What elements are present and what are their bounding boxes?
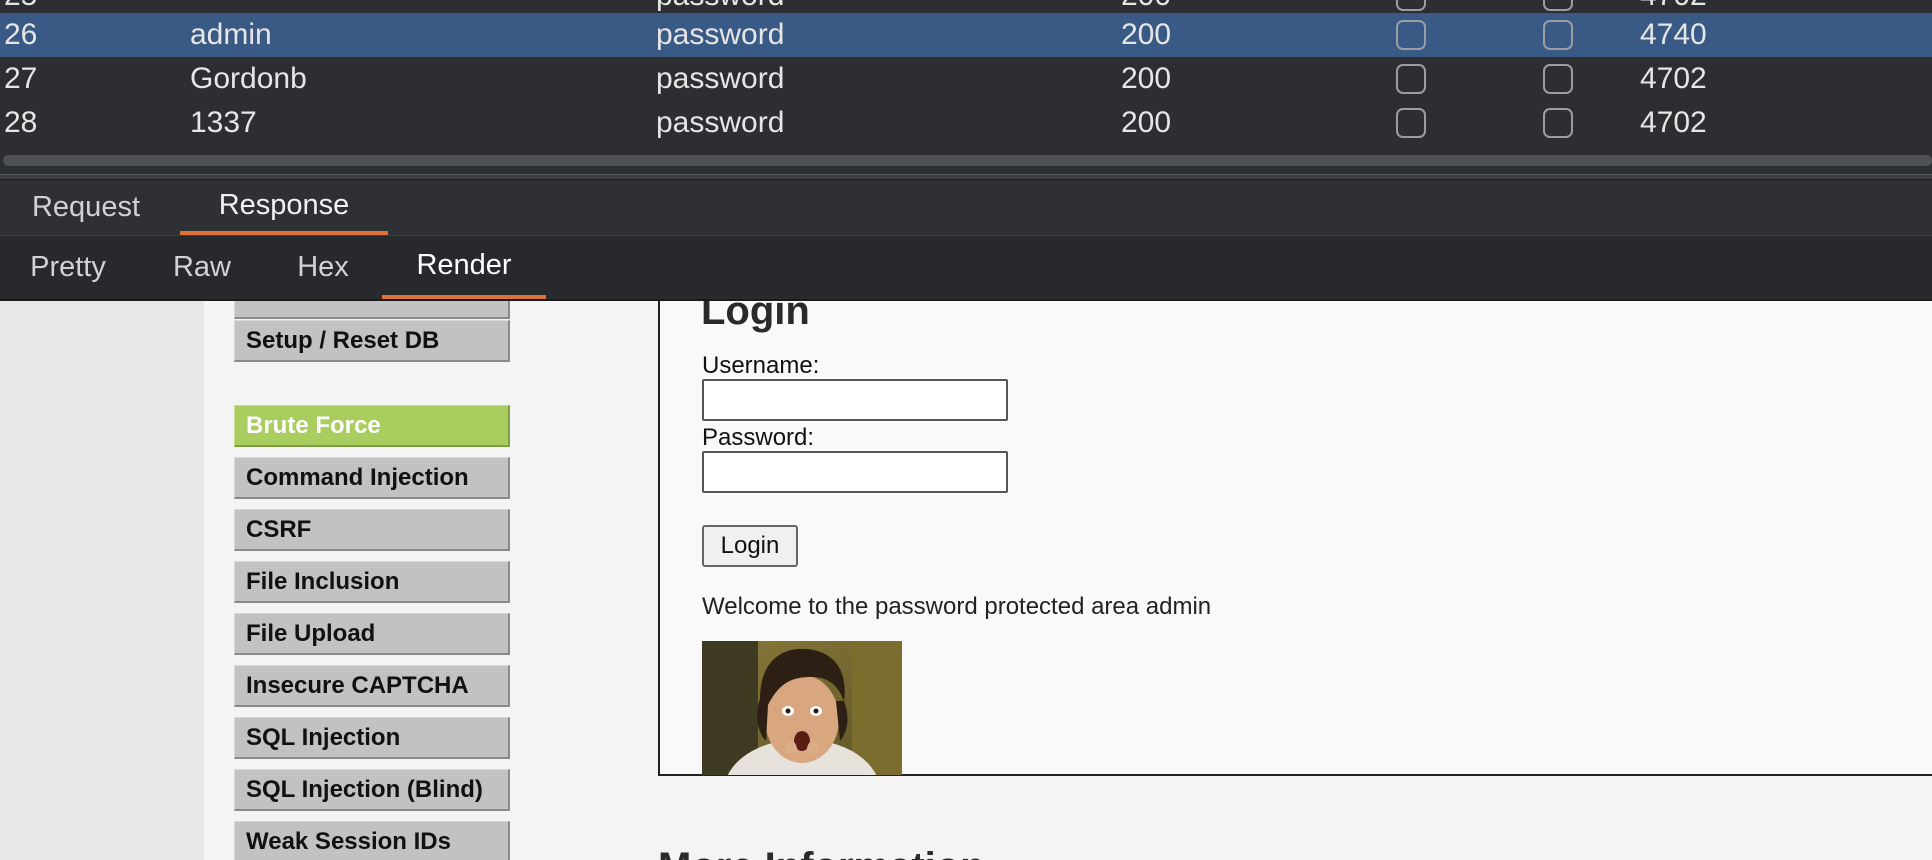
tab-pretty[interactable]: Pretty [0,236,136,299]
cell-status: 200 [1121,18,1172,51]
tab-hex[interactable]: Hex [276,236,370,299]
menu-item-insecure-captcha[interactable]: Insecure CAPTCHA [234,665,510,707]
cell-status: 200 [1121,106,1172,139]
page-margin [0,301,204,860]
menu-item-command-injection[interactable]: Command Injection [234,457,510,499]
tab-request[interactable]: Request [0,180,172,235]
cell-length: 4702 [1640,0,1707,12]
cell-request-number: 27 [4,62,38,95]
login-panel: Login Username: Password: Login Welcome … [658,301,1932,776]
password-field[interactable] [702,451,1008,493]
menu-item-sql-injection-blind[interactable]: SQL Injection (Blind) [234,769,510,811]
user-avatar-image [702,641,902,775]
response-view-tabbar: Pretty Raw Hex Render [0,236,1932,301]
horizontal-scrollbar[interactable] [3,155,1932,166]
tab-response[interactable]: Response [180,180,388,235]
menu-item-file-upload[interactable]: File Upload [234,613,510,655]
menu-item-brute-force[interactable]: Brute Force [234,405,510,447]
cell-payload-2: password [656,18,785,51]
cell-length: 4702 [1640,106,1707,139]
cell-status: 200 [1121,0,1171,12]
cell-payload-1: admin [190,18,272,51]
request-response-tabbar: Request Response [0,180,1932,236]
menu-item-weak-session-ids[interactable]: Weak Session IDs [234,821,510,860]
page-title: Login [701,301,810,333]
password-label: Password: [702,424,815,451]
error-checkbox[interactable] [1396,64,1426,94]
menu-item-csrf[interactable]: CSRF [234,509,510,551]
cell-request-number: 25 [4,0,37,12]
cell-payload-2: password [656,0,784,12]
error-checkbox[interactable] [1396,0,1426,11]
cell-payload-1: Gordonb [190,62,307,95]
menu-item-file-inclusion[interactable]: File Inclusion [234,561,510,603]
table-row[interactable]: 27 Gordonb password 200 4702 [0,57,1932,101]
cell-payload-2: password [656,106,785,139]
menu-item-setup-reset-db[interactable]: Setup / Reset DB [234,320,510,362]
cell-status: 200 [1121,62,1172,95]
cell-payload-2: password [656,62,785,95]
more-information-heading: More Information [658,845,985,860]
rendered-response: Setup / Reset DB Brute Force Command Inj… [0,301,1932,860]
intruder-results-table: 25 password 200 4702 26 admin password 2… [0,0,1932,174]
timeout-checkbox[interactable] [1543,64,1573,94]
dvwa-menu: Setup / Reset DB Brute Force Command Inj… [204,301,658,860]
username-label: Username: [702,352,820,379]
menu-item-sql-injection[interactable]: SQL Injection [234,717,510,759]
timeout-checkbox[interactable] [1543,0,1573,11]
login-button[interactable]: Login [702,525,798,567]
welcome-message: Welcome to the password protected area a… [702,593,1212,620]
cell-length: 4740 [1640,18,1707,51]
timeout-checkbox[interactable] [1543,108,1573,138]
table-row-selected[interactable]: 26 admin password 200 4740 [0,13,1932,57]
tab-raw[interactable]: Raw [150,236,254,299]
username-field[interactable] [702,379,1008,421]
cell-request-number: 26 [4,18,38,51]
table-row[interactable]: 28 1337 password 200 4702 [0,101,1932,145]
error-checkbox[interactable] [1396,20,1426,50]
timeout-checkbox[interactable] [1543,20,1573,50]
cell-length: 4702 [1640,62,1707,95]
tab-render[interactable]: Render [382,236,546,299]
error-checkbox[interactable] [1396,108,1426,138]
menu-item-hidden[interactable] [234,301,510,319]
cell-request-number: 28 [4,106,38,139]
cell-payload-1: 1337 [190,106,257,139]
